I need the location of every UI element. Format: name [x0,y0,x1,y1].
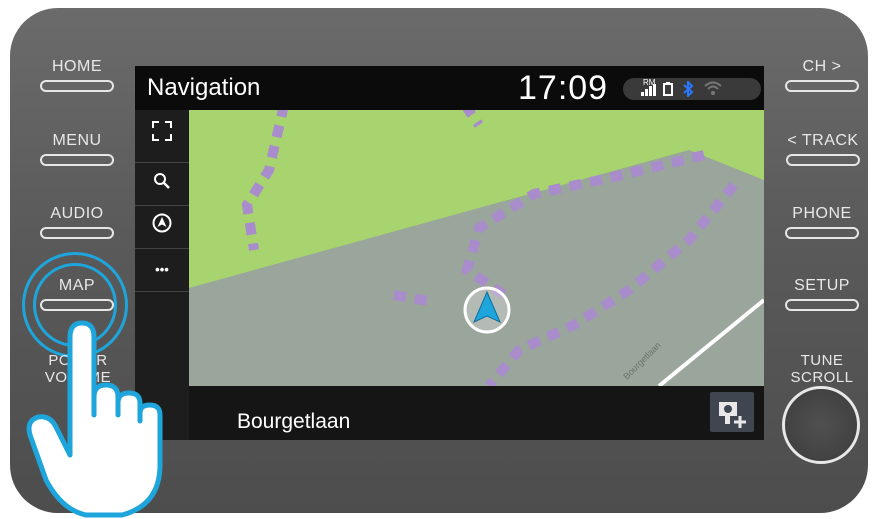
compass-button[interactable] [135,206,189,249]
screen-title: Navigation [147,74,261,101]
map-canvas: Bourgetlaan [189,102,764,390]
track-previous-label: < TRACK [787,132,859,149]
status-indicators: RM [623,78,761,100]
touch-screen: Navigation 17:09 RM ••• Bourgetlaan Bour… [135,66,764,440]
clock: 17:09 [518,69,609,107]
compass-icon [152,213,172,237]
expand-button[interactable] [135,110,189,163]
channel-next-button[interactable]: CH > [784,58,860,92]
home-button[interactable]: HOME [40,58,114,92]
bluetooth-icon [682,79,694,100]
tune-scroll-label: TUNE SCROLL [790,352,854,386]
track-previous-button[interactable]: < TRACK [782,132,864,166]
more-icon: ••• [155,262,169,277]
street-bar: Bourgetlaan [189,386,764,440]
tune-scroll-label-wrap: TUNE SCROLL [782,352,862,386]
phone-label: PHONE [792,205,852,222]
map-label: MAP [58,277,96,294]
tune-scroll-knob[interactable] [782,386,860,464]
channel-next-label: CH > [802,58,842,75]
menu-button[interactable]: MENU [40,132,114,166]
search-button[interactable] [135,163,189,206]
map-view[interactable]: Bourgetlaan [189,102,764,390]
battery-icon [663,82,673,99]
audio-label: AUDIO [50,205,104,222]
expand-icon [151,121,173,146]
wifi-icon [703,80,723,99]
setup-label: SETUP [794,277,850,294]
audio-button[interactable]: AUDIO [40,205,114,239]
status-bar: Navigation 17:09 RM [135,66,764,110]
setup-button[interactable]: SETUP [784,277,860,311]
search-icon [153,173,171,194]
phone-button[interactable]: PHONE [784,205,860,239]
more-button[interactable]: ••• [135,249,189,292]
add-speed-camera-button[interactable] [710,392,754,432]
home-label: HOME [52,58,102,75]
current-street: Bourgetlaan [237,410,351,433]
speed-camera-add-icon [710,402,754,436]
menu-label: MENU [52,132,102,149]
signal-bars-icon [641,84,657,99]
hand-pointer-icon [26,320,163,518]
